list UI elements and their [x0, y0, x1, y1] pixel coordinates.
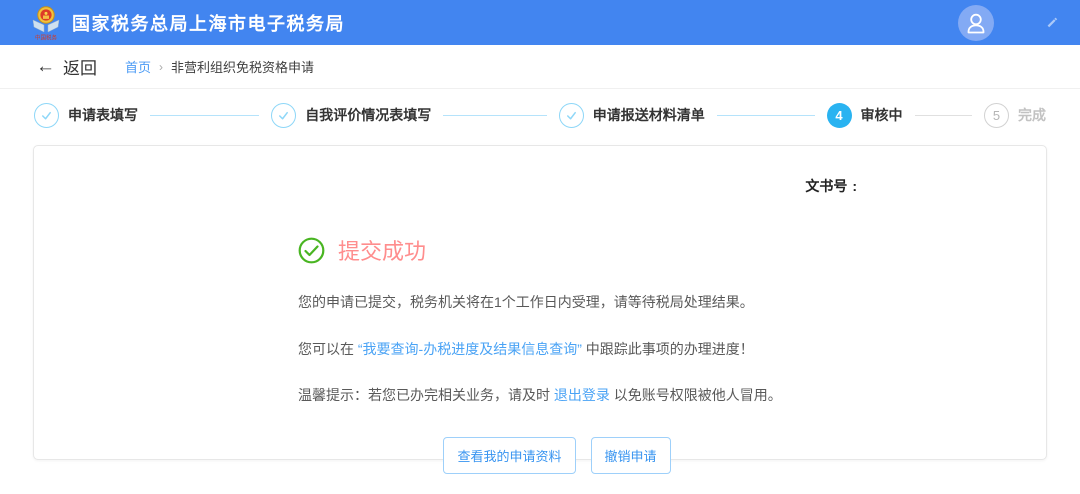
check-circle-icon — [271, 103, 296, 128]
person-icon — [958, 5, 994, 41]
step-connector — [915, 115, 973, 116]
action-buttons: 查看我的申请资料 撤销申请 — [298, 437, 1046, 474]
step-connector — [443, 115, 547, 116]
breadcrumb: 首页 › 非营利组织免税资格申请 — [125, 57, 314, 76]
step-application-form: 申请表填写 — [34, 103, 138, 128]
tax-emblem-logo: 中国税务 — [30, 5, 62, 41]
progress-stepper: 申请表填写 自我评价情况表填写 申请报送材料清单 4 审核中 5 完成 — [0, 89, 1080, 141]
app-header: 中国税务 国家税务总局上海市电子税务局 — [0, 0, 1080, 45]
breadcrumb-home-link[interactable]: 首页 — [125, 57, 151, 76]
back-button[interactable]: ← 返回 — [36, 54, 97, 79]
step-complete: 5 完成 — [984, 103, 1046, 128]
logout-link[interactable]: 退出登录 — [554, 387, 610, 403]
success-banner: 提交成功 — [298, 234, 1046, 266]
step-connector — [717, 115, 815, 116]
success-title: 提交成功 — [338, 234, 426, 266]
query-progress-link[interactable]: “我要查询-办税进度及结果信息查询” — [358, 341, 582, 357]
message-line-2: 您可以在 “我要查询-办税进度及结果信息查询” 中跟踪此事项的办理进度！ — [298, 340, 1046, 360]
breadcrumb-separator: › — [159, 60, 163, 74]
step-under-review: 4 审核中 — [827, 103, 903, 128]
breadcrumb-current: 非营利组织免税资格申请 — [171, 57, 314, 76]
view-application-button[interactable]: 查看我的申请资料 — [443, 437, 575, 474]
step-number-badge: 4 — [827, 103, 852, 128]
check-circle-icon — [34, 103, 59, 128]
step-materials-list: 申请报送材料清单 — [559, 103, 705, 128]
breadcrumb-bar: ← 返回 首页 › 非营利组织免税资格申请 — [0, 45, 1080, 89]
svg-text:中国税务: 中国税务 — [35, 33, 58, 41]
user-avatar[interactable] — [958, 5, 994, 41]
cancel-application-button[interactable]: 撤销申请 — [591, 437, 671, 474]
success-check-icon — [298, 237, 325, 264]
document-number-label: 文书号 — [805, 178, 847, 194]
edit-icon[interactable] — [1046, 16, 1060, 30]
result-card: 文书号: 提交成功 您的申请已提交，税务机关将在1个工作日内受理，请等待税局处理… — [33, 145, 1047, 460]
step-self-evaluation: 自我评价情况表填写 — [271, 103, 431, 128]
back-arrow-icon: ← — [36, 57, 55, 76]
step-number-badge: 5 — [984, 103, 1009, 128]
document-number: 文书号: — [805, 176, 863, 196]
message-line-1: 您的申请已提交，税务机关将在1个工作日内受理，请等待税局处理结果。 — [298, 293, 1046, 313]
step-connector — [150, 115, 259, 116]
message-line-3: 温馨提示：若您已办完相关业务，请及时 退出登录 以免账号权限被他人冒用。 — [298, 386, 1046, 406]
site-title: 国家税务总局上海市电子税务局 — [72, 10, 345, 36]
check-circle-icon — [559, 103, 584, 128]
back-label: 返回 — [63, 54, 97, 79]
